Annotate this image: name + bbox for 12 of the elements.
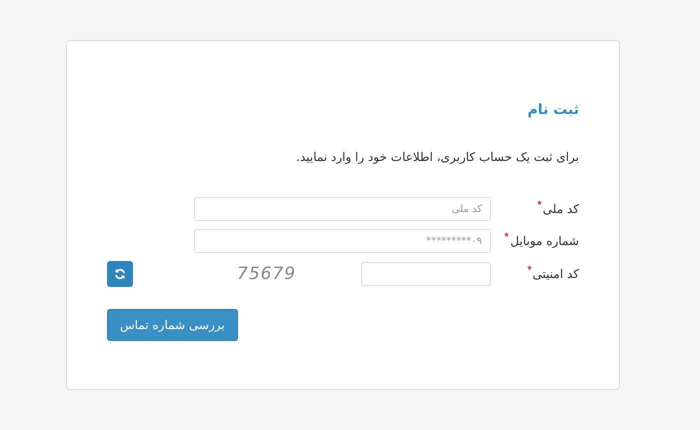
captcha-code: 75679 <box>237 264 298 284</box>
text-field[interactable]: ۰۹********* <box>194 229 491 253</box>
field-label: شماره موبایل <box>510 234 579 248</box>
field-label: کد امنیتی <box>532 267 579 281</box>
text-field[interactable]: کد ملی <box>194 197 491 221</box>
refresh-button[interactable] <box>107 261 133 287</box>
field-label: کد ملی <box>542 202 579 216</box>
captcha-field[interactable] <box>361 262 491 286</box>
intro-text: برای ثبت یک حساب کاربری، اطلاعات خود را وارد نمایید. <box>296 150 579 164</box>
submit-button[interactable]: بررسی شماره تماس <box>107 309 238 341</box>
refresh-icon <box>114 268 126 280</box>
form-title: ثبت نام <box>528 102 579 118</box>
